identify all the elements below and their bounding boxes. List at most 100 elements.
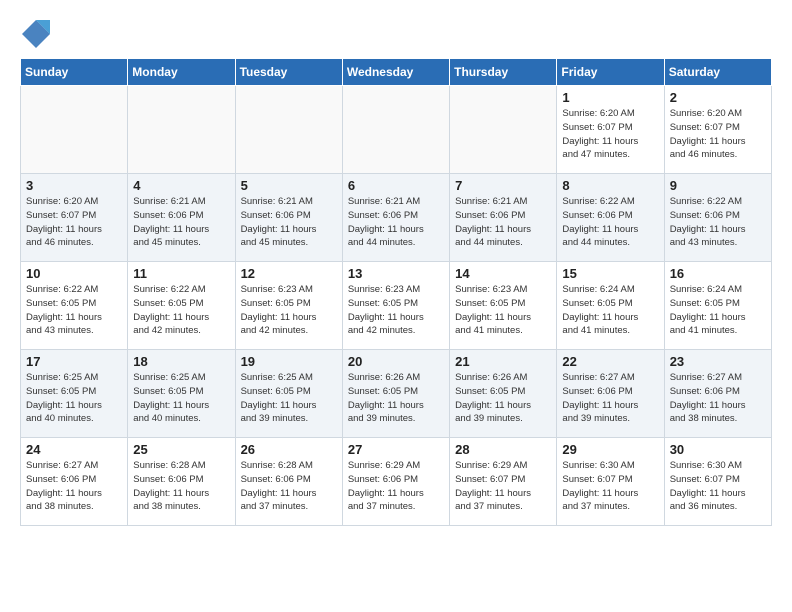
day-number: 4: [133, 178, 229, 193]
calendar-table: SundayMondayTuesdayWednesdayThursdayFrid…: [20, 58, 772, 526]
day-number: 30: [670, 442, 766, 457]
day-number: 20: [348, 354, 444, 369]
day-number: 29: [562, 442, 658, 457]
day-info: Sunrise: 6:27 AM Sunset: 6:06 PM Dayligh…: [562, 371, 658, 426]
day-info: Sunrise: 6:22 AM Sunset: 6:05 PM Dayligh…: [133, 283, 229, 338]
day-number: 6: [348, 178, 444, 193]
day-info: Sunrise: 6:21 AM Sunset: 6:06 PM Dayligh…: [133, 195, 229, 250]
day-info: Sunrise: 6:23 AM Sunset: 6:05 PM Dayligh…: [348, 283, 444, 338]
weekday-header-thursday: Thursday: [450, 59, 557, 86]
calendar-cell: [235, 86, 342, 174]
calendar-cell: 3Sunrise: 6:20 AM Sunset: 6:07 PM Daylig…: [21, 174, 128, 262]
calendar-cell: 11 Sunrise: 6:22 AM Sunset: 6:05 PM Dayli…: [128, 262, 235, 350]
day-info: Sunrise: 6:29 AM Sunset: 6:07 PM Dayligh…: [455, 459, 551, 514]
calendar-cell: 12 Sunrise: 6:23 AM Sunset: 6:05 PM Dayli…: [235, 262, 342, 350]
calendar-cell: 13 Sunrise: 6:23 AM Sunset: 6:05 PM Dayli…: [342, 262, 449, 350]
calendar-cell: 30 Sunrise: 6:30 AM Sunset: 6:07 PM Dayli…: [664, 438, 771, 526]
day-info: Sunrise: 6:23 AM Sunset: 6:05 PM Dayligh…: [241, 283, 337, 338]
day-number: 13: [348, 266, 444, 281]
calendar-cell: 22 Sunrise: 6:27 AM Sunset: 6:06 PM Dayli…: [557, 350, 664, 438]
day-info: Sunrise: 6:22 AM Sunset: 6:05 PM Dayligh…: [26, 283, 122, 338]
logo: [20, 24, 50, 48]
calendar-cell: [342, 86, 449, 174]
day-number: 16: [670, 266, 766, 281]
day-number: 26: [241, 442, 337, 457]
day-info: Sunrise: 6:20 AM Sunset: 6:07 PM Dayligh…: [670, 107, 766, 162]
day-info: Sunrise: 6:26 AM Sunset: 6:05 PM Dayligh…: [348, 371, 444, 426]
calendar-cell: 20 Sunrise: 6:26 AM Sunset: 6:05 PM Dayli…: [342, 350, 449, 438]
calendar-cell: [450, 86, 557, 174]
day-info: Sunrise: 6:30 AM Sunset: 6:07 PM Dayligh…: [670, 459, 766, 514]
calendar-cell: 6 Sunrise: 6:21 AM Sunset: 6:06 PM Daylig…: [342, 174, 449, 262]
calendar-cell: 2 Sunrise: 6:20 AM Sunset: 6:07 PM Daylig…: [664, 86, 771, 174]
week-row-2: 3Sunrise: 6:20 AM Sunset: 6:07 PM Daylig…: [21, 174, 772, 262]
calendar-page: SundayMondayTuesdayWednesdayThursdayFrid…: [0, 0, 792, 536]
day-number: 7: [455, 178, 551, 193]
calendar-cell: 25 Sunrise: 6:28 AM Sunset: 6:06 PM Dayli…: [128, 438, 235, 526]
day-info: Sunrise: 6:22 AM Sunset: 6:06 PM Dayligh…: [670, 195, 766, 250]
day-info: Sunrise: 6:21 AM Sunset: 6:06 PM Dayligh…: [348, 195, 444, 250]
calendar-cell: 26 Sunrise: 6:28 AM Sunset: 6:06 PM Dayli…: [235, 438, 342, 526]
calendar-cell: 27Sunrise: 6:29 AM Sunset: 6:06 PM Dayli…: [342, 438, 449, 526]
day-info: Sunrise: 6:24 AM Sunset: 6:05 PM Dayligh…: [670, 283, 766, 338]
day-number: 10: [26, 266, 122, 281]
day-info: Sunrise: 6:20 AM Sunset: 6:07 PM Dayligh…: [26, 195, 122, 250]
calendar-cell: 15Sunrise: 6:24 AM Sunset: 6:05 PM Dayli…: [557, 262, 664, 350]
day-number: 2: [670, 90, 766, 105]
calendar-cell: 16 Sunrise: 6:24 AM Sunset: 6:05 PM Dayli…: [664, 262, 771, 350]
day-info: Sunrise: 6:27 AM Sunset: 6:06 PM Dayligh…: [26, 459, 122, 514]
weekday-header-monday: Monday: [128, 59, 235, 86]
calendar-cell: 1 Sunrise: 6:20 AM Sunset: 6:07 PM Daylig…: [557, 86, 664, 174]
calendar-cell: 17 Sunrise: 6:25 AM Sunset: 6:05 PM Dayli…: [21, 350, 128, 438]
calendar-cell: 19 Sunrise: 6:25 AM Sunset: 6:05 PM Dayli…: [235, 350, 342, 438]
calendar-cell: 5 Sunrise: 6:21 AM Sunset: 6:06 PM Daylig…: [235, 174, 342, 262]
day-number: 15: [562, 266, 658, 281]
day-info: Sunrise: 6:25 AM Sunset: 6:05 PM Dayligh…: [133, 371, 229, 426]
weekday-header-tuesday: Tuesday: [235, 59, 342, 86]
day-number: 19: [241, 354, 337, 369]
day-info: Sunrise: 6:25 AM Sunset: 6:05 PM Dayligh…: [241, 371, 337, 426]
calendar-cell: 24 Sunrise: 6:27 AM Sunset: 6:06 PM Dayli…: [21, 438, 128, 526]
day-number: 22: [562, 354, 658, 369]
weekday-header-row: SundayMondayTuesdayWednesdayThursdayFrid…: [21, 59, 772, 86]
calendar-cell: [21, 86, 128, 174]
calendar-cell: 28 Sunrise: 6:29 AM Sunset: 6:07 PM Dayli…: [450, 438, 557, 526]
day-info: Sunrise: 6:29 AM Sunset: 6:06 PM Dayligh…: [348, 459, 444, 514]
day-number: 9: [670, 178, 766, 193]
calendar-cell: 7 Sunrise: 6:21 AM Sunset: 6:06 PM Daylig…: [450, 174, 557, 262]
calendar-cell: [128, 86, 235, 174]
day-number: 1: [562, 90, 658, 105]
day-info: Sunrise: 6:20 AM Sunset: 6:07 PM Dayligh…: [562, 107, 658, 162]
day-info: Sunrise: 6:27 AM Sunset: 6:06 PM Dayligh…: [670, 371, 766, 426]
day-number: 25: [133, 442, 229, 457]
day-number: 24: [26, 442, 122, 457]
calendar-cell: 21Sunrise: 6:26 AM Sunset: 6:05 PM Dayli…: [450, 350, 557, 438]
weekday-header-friday: Friday: [557, 59, 664, 86]
calendar-cell: 23Sunrise: 6:27 AM Sunset: 6:06 PM Dayli…: [664, 350, 771, 438]
day-number: 17: [26, 354, 122, 369]
day-info: Sunrise: 6:30 AM Sunset: 6:07 PM Dayligh…: [562, 459, 658, 514]
calendar-cell: 14Sunrise: 6:23 AM Sunset: 6:05 PM Dayli…: [450, 262, 557, 350]
calendar-cell: 18 Sunrise: 6:25 AM Sunset: 6:05 PM Dayli…: [128, 350, 235, 438]
day-number: 8: [562, 178, 658, 193]
day-info: Sunrise: 6:28 AM Sunset: 6:06 PM Dayligh…: [241, 459, 337, 514]
day-info: Sunrise: 6:22 AM Sunset: 6:06 PM Dayligh…: [562, 195, 658, 250]
calendar-cell: 29 Sunrise: 6:30 AM Sunset: 6:07 PM Dayli…: [557, 438, 664, 526]
day-number: 28: [455, 442, 551, 457]
day-number: 12: [241, 266, 337, 281]
header: [20, 20, 772, 48]
day-info: Sunrise: 6:28 AM Sunset: 6:06 PM Dayligh…: [133, 459, 229, 514]
day-info: Sunrise: 6:21 AM Sunset: 6:06 PM Dayligh…: [241, 195, 337, 250]
day-info: Sunrise: 6:25 AM Sunset: 6:05 PM Dayligh…: [26, 371, 122, 426]
day-number: 11: [133, 266, 229, 281]
day-number: 5: [241, 178, 337, 193]
week-row-5: 24 Sunrise: 6:27 AM Sunset: 6:06 PM Dayli…: [21, 438, 772, 526]
weekday-header-sunday: Sunday: [21, 59, 128, 86]
weekday-header-wednesday: Wednesday: [342, 59, 449, 86]
day-number: 18: [133, 354, 229, 369]
week-row-3: 10 Sunrise: 6:22 AM Sunset: 6:05 PM Dayli…: [21, 262, 772, 350]
day-number: 21: [455, 354, 551, 369]
week-row-4: 17 Sunrise: 6:25 AM Sunset: 6:05 PM Dayli…: [21, 350, 772, 438]
calendar-cell: 8 Sunrise: 6:22 AM Sunset: 6:06 PM Daylig…: [557, 174, 664, 262]
day-info: Sunrise: 6:21 AM Sunset: 6:06 PM Dayligh…: [455, 195, 551, 250]
